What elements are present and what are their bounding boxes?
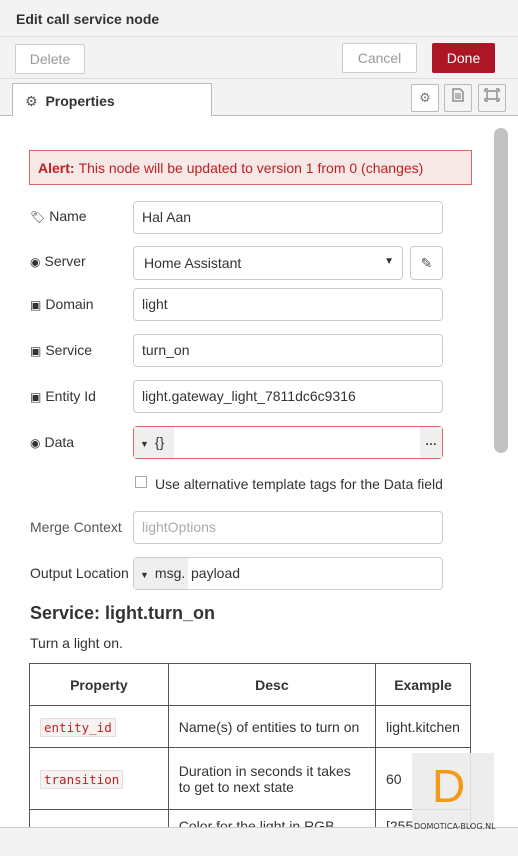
- table-row: entity_id Name(s) of entities to turn on…: [29, 705, 472, 748]
- table-header-row: Property Desc Example: [29, 663, 472, 706]
- desc-cell: Duration in seconds it takes to get to n…: [167, 747, 376, 810]
- header-example: Example: [374, 663, 472, 706]
- property-cell: [29, 809, 169, 827]
- watermark-letter: D: [432, 760, 466, 812]
- property-cell: transition: [29, 747, 169, 810]
- property-cell: entity_id: [29, 705, 169, 748]
- desc-cell: Name(s) of entities to turn on: [167, 705, 376, 748]
- service-properties-table: Property Desc Example entity_id Name(s) …: [29, 663, 472, 827]
- table-row: Color for the light in RGB [255: [29, 809, 472, 827]
- bottom-bar: [0, 827, 518, 856]
- watermark-text: DOMOTICA-BLOG.NL: [414, 822, 496, 831]
- property-code: entity_id: [40, 717, 116, 737]
- header-desc: Desc: [167, 663, 376, 706]
- table-row: transition Duration in seconds it takes …: [29, 747, 472, 810]
- example-cell: light.kitchen: [374, 705, 472, 748]
- watermark-logo: D DOMOTICA-BLOG.NL: [412, 753, 496, 831]
- desc-cell: Color for the light in RGB: [167, 809, 376, 827]
- property-code: transition: [40, 769, 124, 789]
- header-property: Property: [29, 663, 169, 706]
- service-table-clip: Property Desc Example entity_id Name(s) …: [0, 0, 518, 827]
